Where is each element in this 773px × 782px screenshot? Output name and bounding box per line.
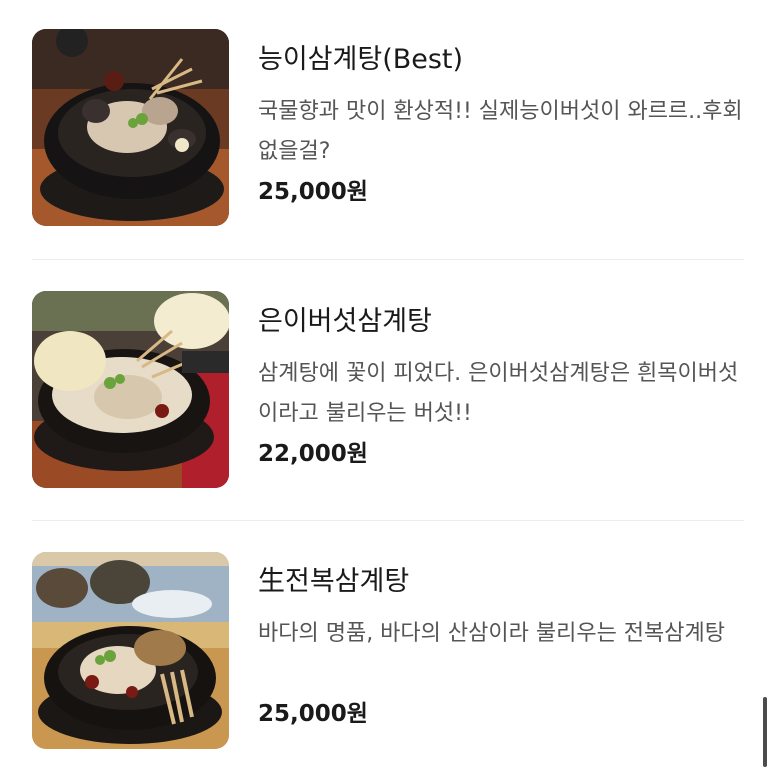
menu-item-photo[interactable] bbox=[32, 291, 229, 488]
divider bbox=[32, 259, 744, 260]
menu-item-description: 국물향과 맛이 환상적!! 실제능이버섯이 와르르..후회없을걸? bbox=[258, 99, 743, 164]
menu-item-price: 25,000원 bbox=[258, 179, 368, 205]
menu-item-price: 25,000원 bbox=[258, 701, 368, 727]
ginseng-chicken-soup-abalone-photo-icon bbox=[32, 552, 229, 749]
menu-item-name: 生전복삼계탕 bbox=[258, 566, 410, 597]
menu-item-jeonbok-samgyetang[interactable]: 生전복삼계탕 바다의 명품, 바다의 산삼이라 불리우는 전복삼계탕 25,00… bbox=[0, 522, 773, 782]
menu-item-euni-beoseot-samgyetang[interactable]: 은이버섯삼계탕 삼계탕에 꽃이 피었다. 은이버섯삼계탕은 흰목이버섯이라고 불… bbox=[0, 262, 773, 522]
menu-item-photo[interactable] bbox=[32, 552, 229, 749]
menu-list: 능이삼계탕(Best) 국물향과 맛이 환상적!! 실제능이버섯이 와르르..후… bbox=[0, 0, 773, 773]
menu-item-photo[interactable] bbox=[32, 29, 229, 226]
ginseng-chicken-soup-white-fungus-photo-icon bbox=[32, 291, 229, 488]
scrollbar-thumb[interactable] bbox=[763, 697, 767, 767]
menu-item-neungi-samgyetang[interactable]: 능이삼계탕(Best) 국물향과 맛이 환상적!! 실제능이버섯이 와르르..후… bbox=[0, 0, 773, 260]
ginseng-chicken-soup-black-mushroom-photo-icon bbox=[32, 29, 229, 226]
menu-item-description: 바다의 명품, 바다의 산삼이라 불리우는 전복삼계탕 bbox=[258, 621, 726, 646]
menu-item-price: 22,000원 bbox=[258, 441, 368, 467]
menu-item-name: 은이버섯삼계탕 bbox=[258, 306, 432, 337]
menu-item-name: 능이삼계탕(Best) bbox=[258, 44, 464, 75]
divider bbox=[32, 520, 744, 521]
menu-item-description: 삼계탕에 꽃이 피었다. 은이버섯삼계탕은 흰목이버섯이라고 불리우는 버섯!! bbox=[258, 361, 739, 426]
